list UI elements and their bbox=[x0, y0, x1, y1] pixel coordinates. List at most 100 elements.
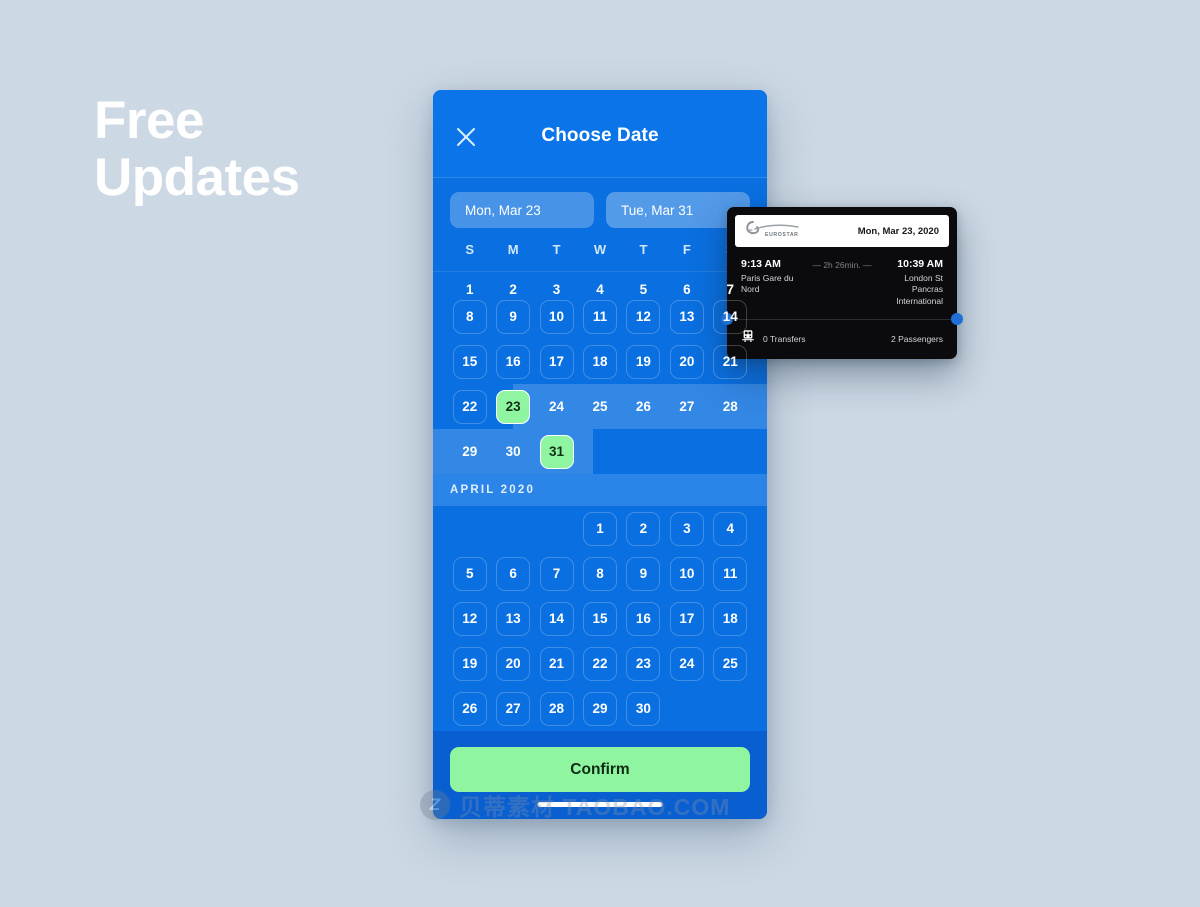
day-cell[interactable]: 16 bbox=[496, 344, 531, 379]
day-cell[interactable]: 7 bbox=[713, 272, 747, 295]
day-cell[interactable]: 10 bbox=[539, 299, 574, 334]
day-cell[interactable]: 30 bbox=[626, 691, 661, 726]
day-cell[interactable]: 21 bbox=[713, 344, 748, 379]
day-cell[interactable]: 15 bbox=[452, 344, 487, 379]
calendar-week-row: 19 20 21 22 23 24 25 bbox=[433, 641, 767, 686]
day-cell[interactable]: 22 bbox=[452, 389, 487, 424]
day-cell[interactable]: 30 bbox=[496, 435, 530, 469]
footer-bar: Confirm bbox=[433, 731, 767, 819]
day-cell[interactable]: 15 bbox=[582, 601, 617, 636]
day-cell[interactable]: 25 bbox=[583, 390, 617, 424]
day-cell[interactable]: 29 bbox=[453, 435, 487, 469]
day-cell[interactable]: 24 bbox=[669, 646, 704, 681]
day-cell[interactable]: 11 bbox=[713, 556, 748, 591]
day-cell-selected-start[interactable]: 23 bbox=[496, 389, 531, 424]
day-cell[interactable]: 22 bbox=[582, 646, 617, 681]
calendar-scroll-area[interactable]: 1 2 3 4 5 6 7 8 9 10 11 12 13 14 15 16 1… bbox=[433, 272, 767, 797]
day-cell[interactable]: 8 bbox=[582, 556, 617, 591]
day-cell[interactable]: 24 bbox=[540, 390, 574, 424]
day-cell[interactable]: 12 bbox=[626, 299, 661, 334]
day-cell[interactable]: 6 bbox=[670, 272, 704, 295]
calendar-week-row: 22 23 24 25 26 27 28 bbox=[433, 384, 767, 429]
day-cell[interactable]: 7 bbox=[539, 556, 574, 591]
day-cell-empty bbox=[626, 435, 660, 469]
phone-frame: Choose Date Mon, Mar 23 Tue, Mar 31 S M … bbox=[433, 90, 767, 819]
day-cell[interactable]: 16 bbox=[626, 601, 661, 636]
day-cell[interactable]: 26 bbox=[626, 390, 660, 424]
calendar-week-row: 5 6 7 8 9 10 11 bbox=[433, 551, 767, 596]
day-cell[interactable]: 19 bbox=[626, 344, 661, 379]
day-cell[interactable]: 8 bbox=[452, 299, 487, 334]
day-cell[interactable]: 3 bbox=[669, 511, 704, 546]
day-cell[interactable]: 1 bbox=[582, 511, 617, 546]
day-cell[interactable]: 21 bbox=[539, 646, 574, 681]
day-cell[interactable]: 28 bbox=[539, 691, 574, 726]
weekday-label-1: M bbox=[507, 242, 519, 257]
confirm-button[interactable]: Confirm bbox=[450, 747, 750, 792]
weekday-label-3: W bbox=[593, 242, 607, 257]
day-cell[interactable]: 27 bbox=[670, 390, 704, 424]
ticket-footer: 0 Transfers 2 Passengers bbox=[735, 320, 949, 351]
day-cell[interactable]: 18 bbox=[713, 601, 748, 636]
arrival-block: 10:39 AM London St Pancras International bbox=[872, 258, 943, 307]
journey-duration: — 2h 26min. — bbox=[812, 260, 872, 270]
day-cell[interactable]: 4 bbox=[713, 511, 748, 546]
day-cell[interactable]: 5 bbox=[626, 272, 660, 295]
passengers-count: 2 Passengers bbox=[891, 333, 943, 344]
page-title: Choose Date bbox=[541, 125, 659, 146]
home-indicator[interactable] bbox=[537, 802, 663, 807]
day-cell[interactable]: 23 bbox=[626, 646, 661, 681]
day-cell[interactable]: 29 bbox=[582, 691, 617, 726]
day-cell[interactable]: 17 bbox=[669, 601, 704, 636]
day-cell[interactable]: 13 bbox=[669, 299, 704, 334]
ticket-card[interactable]: EUROSTAR Mon, Mar 23, 2020 9:13 AM Paris… bbox=[721, 207, 963, 360]
promo-line-1: Free bbox=[94, 91, 204, 150]
calendar-week-row: 29 30 31 bbox=[433, 429, 767, 474]
day-cell[interactable]: 2 bbox=[626, 511, 661, 546]
day-cell[interactable]: 3 bbox=[540, 272, 574, 295]
day-cell[interactable]: 20 bbox=[496, 646, 531, 681]
promo-heading: Free Updates bbox=[94, 91, 300, 208]
calendar-week-row: 8 9 10 11 12 13 14 bbox=[433, 294, 767, 339]
ticket-notch-right bbox=[951, 313, 963, 326]
start-date-chip[interactable]: Mon, Mar 23 bbox=[450, 192, 594, 228]
day-cell[interactable]: 4 bbox=[583, 272, 617, 295]
day-cell-empty bbox=[496, 512, 530, 546]
weekday-header: S M T W T F S bbox=[433, 228, 767, 272]
month-march: 1 2 3 4 5 6 7 8 9 10 11 12 13 14 15 16 1… bbox=[433, 272, 767, 474]
day-cell[interactable]: 18 bbox=[582, 344, 617, 379]
day-cell[interactable]: 28 bbox=[713, 390, 747, 424]
promo-line-2: Updates bbox=[94, 148, 300, 208]
day-cell[interactable]: 13 bbox=[496, 601, 531, 636]
day-cell[interactable]: 9 bbox=[626, 556, 661, 591]
month-april: APRIL 2020 1 2 3 4 5 6 7 8 9 10 11 12 13… bbox=[433, 474, 767, 731]
day-cell[interactable]: 12 bbox=[452, 601, 487, 636]
day-cell-empty bbox=[583, 435, 617, 469]
day-cell[interactable]: 1 bbox=[453, 272, 487, 295]
day-cell[interactable]: 14 bbox=[713, 299, 748, 334]
calendar-week-row: 26 27 28 29 30 bbox=[433, 686, 767, 731]
ticket-logo-bar: EUROSTAR Mon, Mar 23, 2020 bbox=[735, 215, 949, 247]
day-cell[interactable]: 9 bbox=[496, 299, 531, 334]
day-cell-selected-end[interactable]: 31 bbox=[539, 434, 574, 469]
weekday-label-5: F bbox=[682, 242, 691, 257]
ticket-journey: 9:13 AM Paris Gare du Nord — 2h 26min. —… bbox=[735, 247, 949, 319]
day-cell[interactable]: 26 bbox=[452, 691, 487, 726]
calendar-week-row: 15 16 17 18 19 20 21 bbox=[433, 339, 767, 384]
month-label-april: APRIL 2020 bbox=[433, 474, 767, 506]
weekday-label-0: S bbox=[465, 242, 475, 257]
day-cell[interactable]: 10 bbox=[669, 556, 704, 591]
day-cell[interactable]: 5 bbox=[452, 556, 487, 591]
day-cell[interactable]: 11 bbox=[582, 299, 617, 334]
day-cell[interactable]: 27 bbox=[496, 691, 531, 726]
day-cell[interactable]: 19 bbox=[452, 646, 487, 681]
day-cell[interactable]: 17 bbox=[539, 344, 574, 379]
day-cell[interactable]: 25 bbox=[713, 646, 748, 681]
day-cell[interactable]: 14 bbox=[539, 601, 574, 636]
svg-text:EUROSTAR: EUROSTAR bbox=[765, 232, 799, 238]
day-cell-empty bbox=[670, 435, 704, 469]
day-cell[interactable]: 6 bbox=[496, 556, 531, 591]
day-cell[interactable]: 2 bbox=[496, 272, 530, 295]
departure-block: 9:13 AM Paris Gare du Nord bbox=[741, 258, 812, 296]
day-cell[interactable]: 20 bbox=[669, 344, 704, 379]
